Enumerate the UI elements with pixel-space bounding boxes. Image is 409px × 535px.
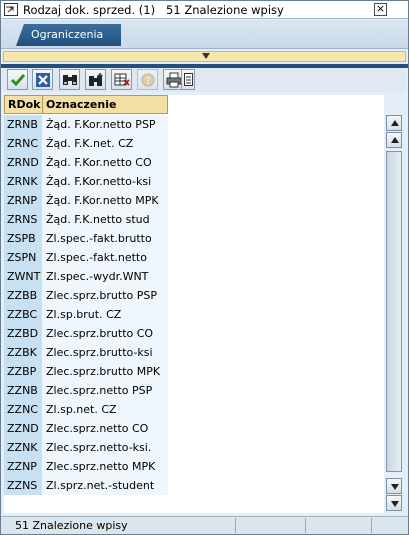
cell-oznaczenie[interactable]: Zlec.sprz.netto MPK bbox=[42, 457, 168, 476]
cell-rdok[interactable]: ZZNB bbox=[4, 381, 42, 400]
cell-rdok[interactable]: ZZBC bbox=[4, 305, 42, 324]
cell-rdok[interactable]: ZZNK bbox=[4, 438, 42, 457]
arrow-up-icon bbox=[391, 120, 399, 126]
cell-oznaczenie[interactable]: Zl.sp.net. CZ bbox=[42, 400, 168, 419]
column-header-rdok[interactable]: RDok bbox=[4, 95, 43, 114]
cell-oznaczenie[interactable]: Zl.spec.-fakt.netto bbox=[42, 248, 168, 267]
cell-oznaczenie[interactable]: Żąd. F.Kor.netto PSP bbox=[42, 115, 168, 134]
cell-rdok[interactable]: ZSPN bbox=[4, 248, 42, 267]
status-bar: 51 Znalezione wpisy bbox=[1, 516, 408, 534]
window-icon bbox=[4, 3, 18, 16]
cell-rdok[interactable]: ZRNK bbox=[4, 172, 42, 191]
column-header-oznaczenie[interactable]: Oznaczenie bbox=[42, 95, 168, 114]
help-button: ? bbox=[137, 69, 158, 90]
cell-rdok[interactable]: ZZBB bbox=[4, 286, 42, 305]
cell-oznaczenie[interactable]: Zlec.sprz.netto-ksi. bbox=[42, 438, 168, 457]
cell-oznaczenie[interactable]: Zl.spec.-fakt.brutto bbox=[42, 229, 168, 248]
tab-ograniczenia[interactable]: Ograniczenia bbox=[16, 24, 121, 46]
cell-oznaczenie[interactable]: Zlec.sprz.brutto MPK bbox=[42, 362, 168, 381]
cell-oznaczenie[interactable]: Zlec.sprz.brutto CO bbox=[42, 324, 168, 343]
title-bar: Rodzaj dok. sprzed. (1) 51 Znalezione wp… bbox=[1, 1, 408, 19]
vertical-scrollbar[interactable] bbox=[386, 115, 402, 512]
collapse-arrow-icon bbox=[202, 53, 210, 59]
details-button[interactable] bbox=[181, 69, 195, 90]
search-help-dialog: Rodzaj dok. sprzed. (1) 51 Znalezione wp… bbox=[0, 0, 409, 535]
scroll-page-down-button[interactable] bbox=[386, 478, 402, 494]
find-button[interactable] bbox=[59, 69, 80, 90]
cell-oznaczenie[interactable]: Zlec.sprz.brutto PSP bbox=[42, 286, 168, 305]
cell-oznaczenie[interactable]: Żąd. F.K.netto stud bbox=[42, 210, 168, 229]
cell-rdok[interactable]: ZZBK bbox=[4, 343, 42, 362]
cell-oznaczenie[interactable]: Żąd. F.Kor.netto MPK bbox=[42, 191, 168, 210]
cell-rdok[interactable]: ZZBD bbox=[4, 324, 42, 343]
cell-rdok[interactable]: ZZBP bbox=[4, 362, 42, 381]
cell-rdok[interactable]: ZRNP bbox=[4, 191, 42, 210]
cell-rdok[interactable]: ZZND bbox=[4, 419, 42, 438]
cell-rdok[interactable]: ZRNS bbox=[4, 210, 42, 229]
status-divider bbox=[305, 518, 306, 533]
status-divider bbox=[371, 518, 372, 533]
cell-rdok[interactable]: ZRNC bbox=[4, 134, 42, 153]
toolbar: ? bbox=[3, 68, 406, 92]
arrow-down-icon bbox=[391, 501, 399, 507]
cell-oznaczenie[interactable]: Zlec.sprz.netto PSP bbox=[42, 381, 168, 400]
cell-rdok[interactable]: ZSPB bbox=[4, 229, 42, 248]
cell-oznaczenie[interactable]: Żąd. F.Kor.netto-ksi bbox=[42, 172, 168, 191]
cell-rdok[interactable]: ZZNC bbox=[4, 400, 42, 419]
results-table: RDok Oznaczenie ZRNB Żąd. F.Kor.netto PSP… bbox=[4, 95, 384, 513]
window-title: Rodzaj dok. sprzed. (1) 51 Znalezione wp… bbox=[23, 3, 284, 17]
arrow-up-icon bbox=[391, 137, 399, 143]
cell-rdok[interactable]: ZWNT bbox=[4, 267, 42, 286]
cell-rdok[interactable]: ZZNP bbox=[4, 457, 42, 476]
svg-text:?: ? bbox=[145, 76, 150, 87]
sort-button[interactable] bbox=[111, 69, 132, 90]
cell-oznaczenie[interactable]: Zlec.sprz.netto CO bbox=[42, 419, 168, 438]
collapse-restrictions-handle[interactable] bbox=[3, 51, 406, 62]
cell-rdok[interactable]: ZRND bbox=[4, 153, 42, 172]
find-next-button[interactable] bbox=[85, 69, 106, 90]
cell-oznaczenie[interactable]: Zl.sp.brut. CZ bbox=[42, 305, 168, 324]
scroll-thumb[interactable] bbox=[386, 151, 402, 472]
cell-rdok[interactable]: ZRNB bbox=[4, 115, 42, 134]
arrow-down-icon bbox=[391, 484, 399, 490]
tab-strip: Ograniczenia bbox=[1, 20, 408, 68]
cell-oznaczenie[interactable]: Zl.sprz.net.-student bbox=[42, 476, 168, 495]
cancel-button[interactable] bbox=[32, 69, 53, 90]
confirm-button[interactable] bbox=[7, 69, 28, 90]
close-icon[interactable]: × bbox=[374, 3, 387, 16]
cell-rdok[interactable]: ZZNS bbox=[4, 476, 42, 495]
scroll-page-up-button[interactable] bbox=[386, 132, 402, 148]
cell-oznaczenie[interactable]: Zl.spec.-wydr.WNT bbox=[42, 267, 168, 286]
cell-oznaczenie[interactable]: Zlec.sprz.brutto-ksi bbox=[42, 343, 168, 362]
status-divider bbox=[235, 518, 236, 533]
cell-oznaczenie[interactable]: Żąd. F.Kor.netto CO bbox=[42, 153, 168, 172]
cell-oznaczenie[interactable]: Żąd. F.K.net. CZ bbox=[42, 134, 168, 153]
scroll-up-button[interactable] bbox=[386, 115, 402, 131]
status-text: 51 Znalezione wpisy bbox=[15, 519, 128, 532]
scroll-down-button[interactable] bbox=[386, 495, 402, 511]
